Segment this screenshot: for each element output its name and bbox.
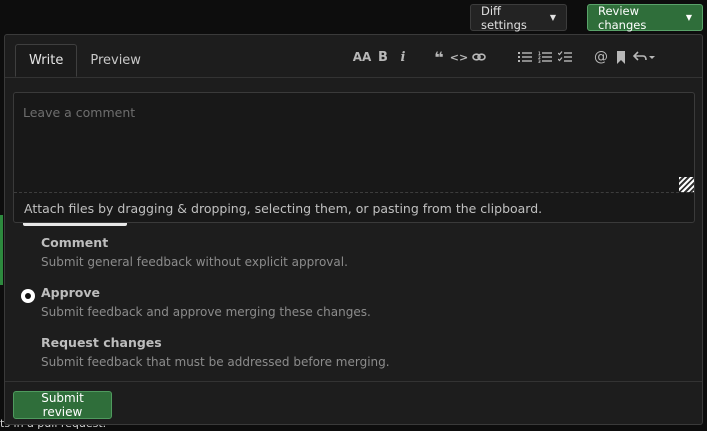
- bulleted-list-icon[interactable]: [515, 47, 535, 67]
- request-changes-radio[interactable]: [21, 339, 35, 353]
- option-title: Approve: [41, 285, 100, 300]
- caret-down-icon: ▼: [685, 13, 692, 22]
- heading-icon[interactable]: AA: [351, 47, 373, 67]
- option-description: Submit feedback that must be addressed b…: [41, 355, 390, 369]
- review-changes-label: Review changes: [598, 3, 647, 32]
- markdown-toolbar: AA B i ❝ <> 123 @: [351, 47, 657, 67]
- editor-tabs: Write Preview: [15, 44, 154, 77]
- option-description: Submit feedback and approve merging thes…: [41, 305, 371, 319]
- review-changes-button[interactable]: Review changes ▼: [587, 3, 703, 32]
- option-title: Comment: [41, 235, 109, 250]
- option-description: Submit general feedback without explicit…: [41, 255, 348, 269]
- tab-preview[interactable]: Preview: [77, 44, 154, 77]
- numbered-list-icon[interactable]: 123: [535, 47, 555, 67]
- submit-review-button[interactable]: Submit review: [13, 391, 112, 419]
- bold-icon[interactable]: B: [373, 47, 393, 67]
- caret-down-icon: ▼: [549, 13, 556, 22]
- link-icon[interactable]: [469, 47, 489, 67]
- diff-settings-label: Diff settings: [481, 3, 527, 32]
- bookmark-icon[interactable]: [611, 47, 631, 67]
- diff-settings-button[interactable]: Diff settings ▼: [470, 3, 567, 32]
- comment-radio[interactable]: [21, 239, 35, 253]
- tab-write[interactable]: Write: [15, 44, 78, 77]
- code-icon[interactable]: <>: [449, 47, 469, 67]
- highlight-bar: [23, 223, 127, 226]
- task-list-icon[interactable]: [555, 47, 575, 67]
- reply-icon[interactable]: [631, 47, 657, 67]
- review-panel: Write Preview AA B i ❝ <> 123 @ Leave a …: [4, 34, 703, 425]
- background-diff-streak: [0, 215, 3, 285]
- mention-icon[interactable]: @: [591, 47, 611, 67]
- footer-divider: [5, 381, 702, 382]
- comment-textarea[interactable]: [14, 93, 694, 192]
- italic-icon[interactable]: i: [393, 47, 413, 67]
- svg-text:3: 3: [538, 59, 541, 63]
- attach-files-area[interactable]: Attach files by dragging & dropping, sel…: [14, 192, 694, 224]
- option-title: Request changes: [41, 335, 162, 350]
- tab-divider: [5, 77, 702, 78]
- quote-icon[interactable]: ❝: [429, 47, 449, 67]
- resize-handle-icon[interactable]: [679, 177, 694, 192]
- approve-radio[interactable]: [21, 289, 35, 303]
- comment-box: Attach files by dragging & dropping, sel…: [13, 92, 695, 223]
